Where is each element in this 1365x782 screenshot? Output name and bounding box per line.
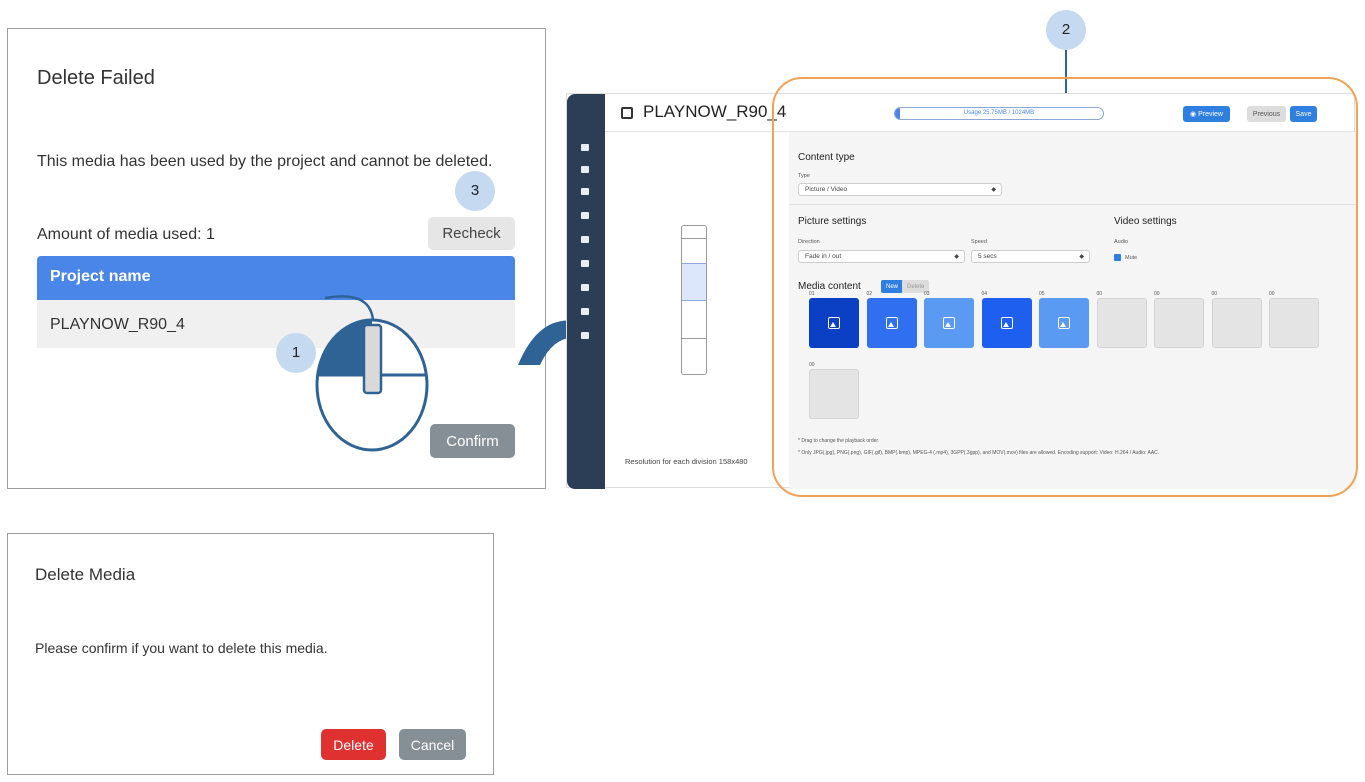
dialog-title: Delete Media (35, 565, 136, 584)
table-row[interactable]: PLAYNOW_R90_4 (37, 300, 515, 348)
sidebar-gallery-icon[interactable] (581, 188, 589, 195)
dialog-message: Please confirm if you want to delete thi… (35, 640, 328, 656)
sidebar-monitor-icon[interactable] (581, 260, 589, 267)
step-badge-2: 2 (1046, 10, 1086, 50)
highlight-outline (772, 77, 1358, 497)
project-title: PLAYNOW_R90_4 (643, 102, 787, 121)
recheck-button[interactable]: Recheck (428, 217, 515, 250)
division-preview[interactable] (681, 225, 707, 375)
cancel-button[interactable]: Cancel (399, 729, 466, 760)
delete-failed-dialog: Delete Failed This media has been used b… (7, 28, 546, 489)
list-icon (621, 107, 633, 119)
sidebar-dashboard-icon[interactable] (581, 144, 589, 151)
dialog-message: This media has been used by the project … (37, 153, 493, 170)
division-line (682, 338, 706, 339)
resolution-text: Resolution for each division 158x480 (625, 457, 748, 466)
delete-media-dialog: Delete Media Please confirm if you want … (7, 533, 494, 775)
table-header: Project name (37, 256, 515, 300)
sidebar-book-icon[interactable] (581, 308, 589, 315)
selected-division[interactable] (682, 263, 706, 301)
step-badge-1: 1 (276, 333, 316, 373)
step-badge-3: 3 (455, 171, 495, 211)
sidebar (567, 94, 605, 489)
sidebar-layout-icon[interactable] (581, 212, 589, 219)
amount-label: Amount of media used: 1 (37, 226, 215, 243)
dialog-title: Delete Failed (37, 67, 155, 89)
sidebar-palette-icon[interactable] (581, 166, 589, 173)
sidebar-card-icon[interactable] (581, 284, 589, 291)
sidebar-list-icon[interactable] (581, 236, 589, 243)
delete-button[interactable]: Delete (321, 729, 386, 760)
confirm-button[interactable]: Confirm (430, 424, 515, 458)
division-line (682, 238, 706, 239)
sidebar-trash-icon[interactable] (581, 332, 589, 339)
